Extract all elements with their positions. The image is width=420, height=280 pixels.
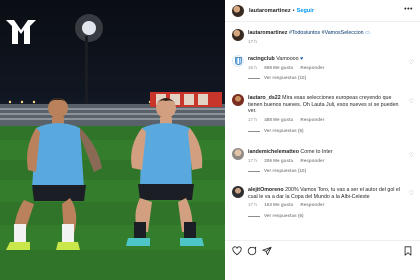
- view-replies-label: Ver respuestas (5): [264, 127, 304, 133]
- caption-avatar[interactable]: [232, 29, 244, 41]
- comment-reply-button[interactable]: Responder: [300, 65, 324, 70]
- comment-item: racingclub Vamoooo ♥ 16 h 658 Me gusta R…: [232, 55, 414, 91]
- comment-like-heart-icon[interactable]: ♡: [409, 98, 414, 105]
- caption: lautaromartinez #Todosiuntos #VamosSelec…: [232, 29, 414, 51]
- racing-crest-icon: [234, 57, 242, 65]
- view-replies-label: Ver respuestas (6): [264, 213, 304, 219]
- post-photo: [0, 0, 225, 280]
- post-panel: lautaromartinez • Seguir ••• lautaromart…: [225, 0, 420, 280]
- comment-body: iandemichelematteo Come to Inter 17 h 20…: [248, 149, 406, 175]
- follow-button[interactable]: Seguir: [297, 8, 314, 14]
- comment-item: alejitOmoreno 200% Vamos Toro, tu vas a …: [232, 186, 414, 234]
- comment-like-heart-icon[interactable]: ♡: [409, 190, 414, 197]
- comment-meta: 17 h 153 Me gusta Responder: [248, 202, 406, 209]
- comments-list: lautaromartinez #Todosiuntos #VamosSelec…: [225, 23, 420, 237]
- view-replies-button[interactable]: Ver respuestas (10): [248, 75, 406, 82]
- comment-username[interactable]: iandemichelematteo: [248, 149, 299, 155]
- heart-icon[interactable]: [232, 246, 242, 256]
- comment-time: 16 h: [248, 64, 257, 70]
- comment-avatar[interactable]: [232, 55, 244, 67]
- replies-line: [248, 171, 260, 173]
- comment-avatar[interactable]: [232, 148, 244, 160]
- replies-line: [248, 215, 260, 217]
- comment-meta: 16 h 658 Me gusta Responder: [248, 65, 406, 72]
- comment-reply-button[interactable]: Responder: [300, 117, 324, 122]
- author-username[interactable]: lautaromartinez: [249, 8, 291, 14]
- view-replies-button[interactable]: Ver respuestas (10): [248, 168, 406, 175]
- comment-text: Come to Inter: [300, 149, 333, 155]
- view-replies-label: Ver respuestas (10): [264, 75, 307, 81]
- caption-time: 17 h: [248, 38, 257, 44]
- argentina-flag-icon: ▭: [365, 30, 370, 36]
- post-actions-bar: [225, 240, 420, 280]
- view-replies-label: Ver respuestas (10): [264, 168, 307, 174]
- comment-like-heart-icon[interactable]: ♡: [409, 59, 414, 66]
- comment-likes[interactable]: 658 Me gusta: [264, 65, 293, 70]
- more-options-icon[interactable]: •••: [404, 6, 413, 13]
- blue-heart-icon: ♥: [300, 56, 304, 62]
- comment-meta: 17 h 488 Me gusta Responder: [248, 117, 406, 124]
- comment-text: Vamoooo: [276, 56, 299, 62]
- comment-like-heart-icon[interactable]: ♡: [409, 152, 414, 159]
- post-header: lautaromartinez • Seguir •••: [225, 0, 420, 22]
- mt-logo-icon: [6, 20, 36, 44]
- comment-username[interactable]: racingclub: [248, 56, 275, 62]
- caption-text[interactable]: #Todosiuntos #VamosSeleccion: [289, 30, 364, 36]
- comment-body: racingclub Vamoooo ♥ 16 h 658 Me gusta R…: [248, 56, 406, 82]
- share-icon[interactable]: [262, 246, 272, 256]
- author-avatar[interactable]: [232, 4, 244, 17]
- comment-body: lautaro_ds22 Mira esas selecciones europ…: [248, 95, 406, 135]
- comment-avatar[interactable]: [232, 186, 244, 198]
- bookmark-icon[interactable]: [403, 246, 413, 256]
- comment-reply-button[interactable]: Responder: [300, 202, 324, 207]
- comment-icon[interactable]: [247, 246, 257, 256]
- comment-username[interactable]: lautaro_ds22: [248, 95, 281, 101]
- view-replies-button[interactable]: Ver respuestas (5): [248, 128, 406, 135]
- comment-body: alejitOmoreno 200% Vamos Toro, tu vas a …: [248, 187, 406, 220]
- comment-meta: 17 h 206 Me gusta Responder: [248, 158, 406, 165]
- caption-meta: 17 h: [248, 39, 406, 46]
- replies-line: [248, 130, 260, 132]
- comment-avatar[interactable]: [232, 94, 244, 106]
- comment-item: iandemichelematteo Come to Inter 17 h 20…: [232, 148, 414, 180]
- comment-reply-button[interactable]: Responder: [300, 158, 324, 163]
- comment-item: lautaro_ds22 Mira esas selecciones europ…: [232, 94, 414, 142]
- comment-likes[interactable]: 153 Me gusta: [264, 202, 293, 207]
- comment-likes[interactable]: 488 Me gusta: [264, 117, 293, 122]
- comment-username[interactable]: alejitOmoreno: [248, 187, 284, 193]
- comment-time: 17 h: [248, 202, 257, 208]
- separator-dot: •: [292, 7, 295, 14]
- view-replies-button[interactable]: Ver respuestas (6): [248, 213, 406, 220]
- caption-username[interactable]: lautaromartinez: [248, 30, 287, 36]
- comment-time: 17 h: [248, 157, 257, 163]
- comment-likes[interactable]: 206 Me gusta: [264, 158, 293, 163]
- comment-time: 17 h: [248, 117, 257, 123]
- caption-body: lautaromartinez #Todosiuntos #VamosSelec…: [248, 30, 406, 45]
- replies-line: [248, 78, 260, 80]
